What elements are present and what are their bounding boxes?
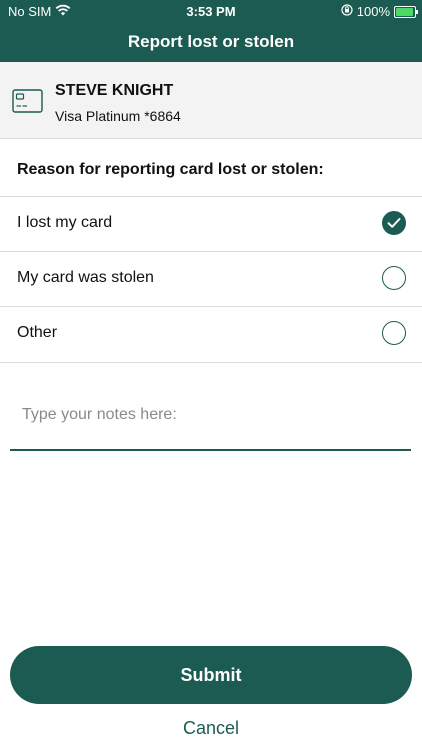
status-bar: No SIM 3:53 PM 100% [0,0,422,22]
reason-option-other[interactable]: Other [0,306,422,363]
option-label: I lost my card [17,214,113,231]
app-header: No SIM 3:53 PM 100% Report lost or stole… [0,0,422,62]
credit-card-icon [12,89,43,118]
page-title: Report lost or stolen [127,32,295,51]
card-description: Visa Platinum *6864 [55,108,181,124]
option-label: Other [17,324,58,341]
orientation-lock-icon [341,4,353,19]
notes-field[interactable] [10,395,411,451]
notes-input[interactable] [20,405,404,425]
checkmark-icon[interactable] [382,211,406,235]
reason-title: Reason for reporting card lost or stolen… [17,161,324,178]
card-summary: STEVE KNIGHT Visa Platinum *6864 [0,62,422,139]
option-label: My card was stolen [17,269,154,286]
battery-label: 100% [356,4,390,19]
cancel-button[interactable]: Cancel [0,718,422,739]
radio-unchecked-icon[interactable] [382,321,406,345]
battery-charging-icon [394,5,418,18]
submit-button[interactable]: Submit [10,646,412,704]
reason-option-lost[interactable]: I lost my card [0,196,422,252]
status-right: 100% [341,4,418,19]
reason-option-stolen[interactable]: My card was stolen [0,251,422,307]
radio-unchecked-icon[interactable] [382,266,406,290]
card-holder-name: STEVE KNIGHT [55,82,174,99]
